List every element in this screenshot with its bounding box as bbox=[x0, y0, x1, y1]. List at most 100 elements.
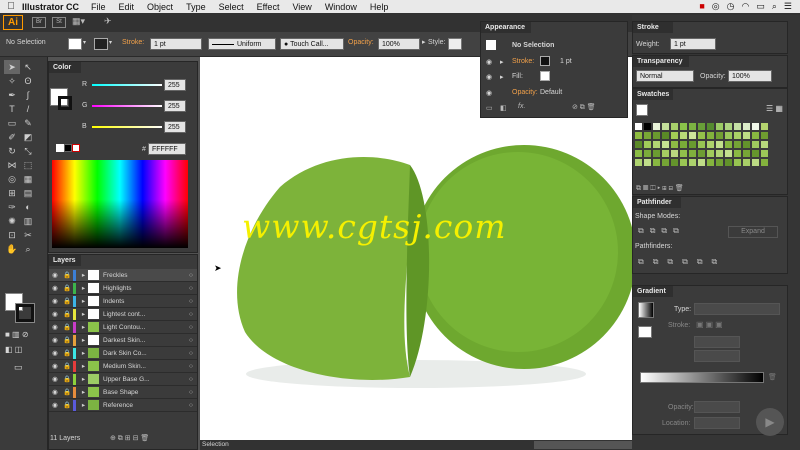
stroke-dropdown-icon[interactable]: ▾ bbox=[109, 39, 112, 46]
gradient-fill-proxy[interactable] bbox=[638, 326, 652, 338]
stroke-visibility-eye-icon[interactable]: ◉ bbox=[486, 58, 492, 66]
stroke-swatch[interactable] bbox=[94, 38, 108, 50]
expand-arrow-icon[interactable]: ▸ bbox=[79, 401, 88, 409]
lock-icon[interactable]: 🔒 bbox=[61, 362, 73, 370]
color-spectrum[interactable] bbox=[52, 160, 188, 248]
list-view-icon[interactable]: ☰ ▦ bbox=[766, 104, 783, 113]
expand-arrow-icon[interactable]: ▸ bbox=[79, 297, 88, 305]
expand-button[interactable]: Expand bbox=[728, 226, 778, 238]
type-tool-icon[interactable]: T bbox=[4, 102, 20, 116]
opacity-arrow-icon[interactable]: ▸ bbox=[422, 38, 426, 46]
horizontal-scrollbar[interactable] bbox=[534, 441, 634, 449]
perspective-grid-icon[interactable]: ▦ bbox=[20, 172, 36, 186]
gradient-location-dropdown[interactable] bbox=[694, 417, 740, 429]
blend-tool-icon[interactable]: ◐ bbox=[20, 200, 36, 214]
b-value-field[interactable]: 255 bbox=[164, 121, 186, 133]
app-name-menu[interactable]: Illustrator CC bbox=[22, 2, 79, 12]
menu-effect[interactable]: Effect bbox=[257, 2, 280, 12]
rotate-tool-icon[interactable]: ↻ bbox=[4, 144, 20, 158]
visibility-eye-icon[interactable]: ◉ bbox=[49, 297, 61, 305]
target-circle-icon[interactable]: ○ bbox=[185, 285, 197, 292]
gradient-slider-bar[interactable] bbox=[640, 372, 764, 383]
play-icon[interactable]: ▶ bbox=[756, 408, 784, 436]
lock-icon[interactable]: 🔒 bbox=[61, 271, 73, 279]
gradient-panel-tab[interactable]: Gradient bbox=[633, 286, 673, 297]
appearance-panel-tab[interactable]: Appearance bbox=[481, 22, 531, 33]
gpu-performance-icon[interactable]: ✈ bbox=[104, 16, 112, 27]
wifi-icon[interactable]: ◠ bbox=[742, 1, 750, 12]
expand-arrow-icon[interactable]: ▸ bbox=[79, 271, 88, 279]
color-stroke-proxy[interactable] bbox=[58, 96, 72, 110]
g-slider[interactable] bbox=[92, 105, 162, 107]
appearance-stroke-label[interactable]: Stroke: bbox=[512, 58, 534, 65]
arrange-documents-icon[interactable]: ▦▾ bbox=[72, 16, 85, 27]
gradient-type-dropdown[interactable] bbox=[694, 303, 780, 315]
layer-row[interactable]: ◉ 🔒 ▸ Medium Skin... ○ bbox=[49, 360, 197, 373]
expand-arrow-icon[interactable]: ▸ bbox=[79, 349, 88, 357]
magic-wand-icon[interactable]: ✧ bbox=[4, 74, 20, 88]
gradient-angle-dropdown[interactable] bbox=[694, 336, 740, 348]
visibility-eye-icon[interactable]: ◉ bbox=[49, 336, 61, 344]
gradient-tool-icon[interactable]: ▤ bbox=[20, 186, 36, 200]
apple-icon[interactable]:  bbox=[0, 1, 22, 12]
clear-appearance-icon[interactable]: ⊘ ⧉ 🗑 bbox=[572, 103, 596, 112]
transparency-panel-tab[interactable]: Transparency bbox=[633, 56, 689, 67]
sync-icon[interactable]: ◷ bbox=[727, 1, 735, 12]
black-chip[interactable] bbox=[64, 144, 72, 152]
visibility-eye-icon[interactable]: ◉ bbox=[49, 375, 61, 383]
width-tool-icon[interactable]: ⋈ bbox=[4, 158, 20, 172]
draw-mode-icons[interactable]: ◧ ◫ bbox=[5, 345, 22, 354]
visibility-eye-icon[interactable]: ◉ bbox=[49, 401, 61, 409]
graph-tool-icon[interactable]: ▥ bbox=[20, 214, 36, 228]
visibility-eye-icon[interactable]: ◉ bbox=[49, 310, 61, 318]
transparency-opacity-field[interactable]: 100% bbox=[728, 70, 772, 82]
lock-icon[interactable]: 🔒 bbox=[61, 336, 73, 344]
swatches-footer-icons[interactable]: ⧉ ▦ ◫ ▸ ⊞ ⊟ 🗑 bbox=[636, 184, 684, 193]
menu-object[interactable]: Object bbox=[147, 2, 173, 12]
scale-tool-icon[interactable]: ⤡ bbox=[20, 144, 36, 158]
layer-row[interactable]: ◉ 🔒 ▸ Light Contou... ○ bbox=[49, 321, 197, 334]
visibility-eye-icon[interactable]: ◉ bbox=[49, 362, 61, 370]
target-circle-icon[interactable]: ○ bbox=[185, 363, 197, 370]
b-slider[interactable] bbox=[92, 126, 162, 128]
stroke-panel-tab[interactable]: Stroke bbox=[633, 22, 673, 33]
menu-window[interactable]: Window bbox=[325, 2, 357, 12]
menu-edit[interactable]: Edit bbox=[119, 2, 135, 12]
stroke-weight-field[interactable]: 1 pt bbox=[150, 38, 202, 50]
target-circle-icon[interactable]: ○ bbox=[185, 376, 197, 383]
menu-help[interactable]: Help bbox=[370, 2, 389, 12]
g-value-field[interactable]: 255 bbox=[164, 100, 186, 112]
layer-row[interactable]: ◉ 🔒 ▸ Highlights ○ bbox=[49, 282, 197, 295]
mesh-tool-icon[interactable]: ⊞ bbox=[4, 186, 20, 200]
screen-mode-icon[interactable]: ▭ bbox=[14, 362, 23, 373]
symbol-sprayer-icon[interactable]: ✺ bbox=[4, 214, 20, 228]
appearance-stroke-swatch[interactable] bbox=[540, 56, 550, 66]
expand-arrow-icon[interactable]: ▸ bbox=[79, 375, 88, 383]
menu-view[interactable]: View bbox=[292, 2, 311, 12]
swatches-fill-proxy[interactable] bbox=[636, 104, 648, 116]
gradient-opacity-dropdown[interactable] bbox=[694, 401, 740, 413]
gradient-delete-icon[interactable]: 🗑 bbox=[768, 373, 777, 381]
none-chip[interactable] bbox=[72, 144, 80, 152]
brush-definition[interactable]: ● Touch Call... bbox=[280, 38, 344, 50]
fill-swatch[interactable] bbox=[68, 38, 82, 50]
appearance-fill-label[interactable]: Fill: bbox=[512, 73, 523, 80]
expand-arrow-icon[interactable]: ▸ bbox=[79, 336, 88, 344]
lock-icon[interactable]: 🔒 bbox=[61, 284, 73, 292]
visibility-eye-icon[interactable]: ◉ bbox=[49, 271, 61, 279]
battery-icon[interactable]: ▭ bbox=[756, 1, 765, 12]
layer-row[interactable]: ◉ 🔒 ▸ Reference ○ bbox=[49, 399, 197, 412]
pathfinder-icons[interactable]: ⧉⧉⧉⧉⧉⧉ bbox=[638, 257, 726, 267]
lock-icon[interactable]: 🔒 bbox=[61, 349, 73, 357]
expand-arrow-icon[interactable]: ▸ bbox=[79, 388, 88, 396]
target-circle-icon[interactable]: ○ bbox=[185, 402, 197, 409]
opacity-field[interactable]: 100% bbox=[378, 38, 420, 50]
pen-tool-icon[interactable]: ✒ bbox=[4, 88, 20, 102]
appearance-fill-swatch[interactable] bbox=[540, 71, 550, 81]
target-circle-icon[interactable]: ○ bbox=[185, 337, 197, 344]
stock-button[interactable]: St bbox=[52, 17, 66, 28]
target-circle-icon[interactable]: ○ bbox=[185, 298, 197, 305]
stroke-expand-arrow-icon[interactable]: ▸ bbox=[500, 58, 504, 66]
gradient-stroke-icons[interactable]: ▣▣▣ bbox=[696, 320, 725, 329]
expand-arrow-icon[interactable]: ▸ bbox=[79, 310, 88, 318]
